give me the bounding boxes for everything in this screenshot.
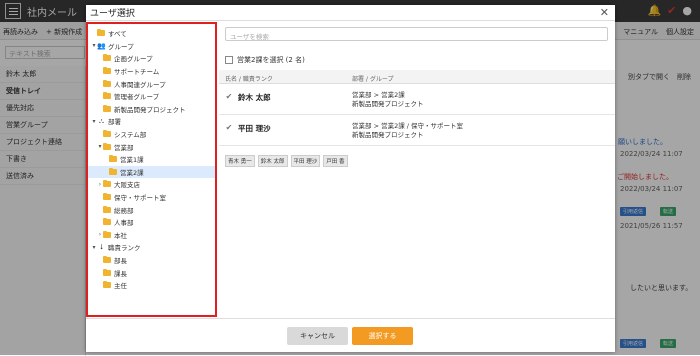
tree-item[interactable]: ▾ ⭣ 職責ランク [88, 241, 215, 254]
cancel-button[interactable]: キャンセル [287, 327, 348, 345]
tree-item[interactable]: サポートチーム [88, 65, 215, 78]
folder-icon [109, 155, 117, 163]
folder-icon [103, 205, 111, 213]
folder-icon [103, 193, 111, 201]
table-row[interactable]: ✔ 平田 理沙 営業部 > 営業2課 / 保守・サポート室 新製品開発プロジェク… [219, 116, 615, 146]
user-name: 平田 理沙 [238, 124, 271, 133]
tree-item-label: 大阪支店 [114, 181, 140, 190]
user-group: 新製品開発プロジェクト [352, 100, 424, 108]
tree-item[interactable]: 新製品開発プロジェクト [88, 103, 215, 116]
folder-icon [103, 54, 111, 62]
tree-item-label: 人事関連グループ [114, 80, 166, 89]
rank-arrow-icon: ⭣ [99, 242, 104, 251]
user-dept: 営業部 > 営業2課 [352, 91, 405, 99]
dialog-title: ユーザ選択 [90, 9, 135, 19]
select-all-label: 営業2課を選択 (2 名) [237, 56, 305, 64]
tree-item-label: 総務部 [114, 206, 134, 215]
folder-icon [103, 218, 111, 226]
user-table-header: 氏名 / 職責ランク 部署 / グループ [219, 70, 615, 84]
user-select-dialog: ユーザ選択 ✕ すべて ▾ 👥 グループ企画グループ サポートチーム 人事関連グループ 管理… [86, 5, 615, 352]
folder-icon [103, 268, 111, 276]
tree-item-label: 営業1課 [120, 156, 144, 165]
tree-item[interactable]: 総務部 [88, 203, 215, 216]
folder-icon [103, 281, 111, 289]
tree-item[interactable]: ▾ 営業部 [88, 140, 215, 153]
org-chart-icon: ⛬ [99, 116, 104, 125]
user-list-pane: ユーザを検索 営業2課を選択 (2 名) 氏名 / 職責ランク 部署 / グルー… [219, 22, 615, 317]
user-dept: 営業部 > 営業2課 / 保守・サポート室 [352, 122, 464, 130]
people-icon: 👥 [97, 41, 106, 50]
tree-item[interactable]: 課長 [88, 266, 215, 279]
tree-item-label: 営業部 [114, 143, 134, 152]
selected-user-chip[interactable]: 鈴木 太郎 [257, 155, 288, 167]
tree-item[interactable]: 人事関連グループ [88, 77, 215, 90]
tree-item[interactable]: 部長 [88, 254, 215, 267]
tree-item[interactable]: 保守・サポート室 [88, 191, 215, 204]
selected-user-chip[interactable]: 青木 勇一 [225, 155, 255, 167]
tree-item-label: 保守・サポート室 [114, 194, 166, 203]
dialog-header: ユーザ選択 [86, 5, 615, 21]
folder-icon [109, 167, 117, 175]
folder-icon [103, 104, 111, 112]
tree-item-label: 営業2課 [120, 168, 144, 177]
folder-icon [103, 230, 111, 238]
selected-users: 青木 勇一 鈴木 太郎 平田 理沙 戸田 香 [225, 155, 348, 167]
tree-item-label: 本社 [114, 231, 127, 240]
tree-item[interactable]: ▾ 👥 グループ [88, 40, 215, 53]
tree-item[interactable]: › 本社 [88, 229, 215, 242]
user-groups: 営業部 > 営業2課 / 保守・サポート室 新製品開発プロジェクト [352, 122, 463, 140]
tree-item-label: グループ [108, 42, 134, 51]
tree-item[interactable]: すべて [88, 27, 215, 40]
table-row[interactable]: ✔ 鈴木 太郎 営業部 > 営業2課 新製品開発プロジェクト [219, 85, 615, 115]
folder-icon [103, 79, 111, 87]
user-search-input[interactable]: ユーザを検索 [225, 27, 608, 41]
tree-item[interactable]: 管理者グループ [88, 90, 215, 103]
tree-item-label: 管理者グループ [114, 93, 160, 102]
tree-item-label: 企画グループ [114, 55, 153, 64]
tree-item-label: システム部 [114, 131, 147, 140]
tree-item[interactable]: システム部 [88, 128, 215, 141]
folder-icon [103, 92, 111, 100]
tree-item[interactable]: 企画グループ [88, 52, 215, 65]
selected-user-chip[interactable]: 平田 理沙 [290, 155, 321, 167]
tree-item-label: サポートチーム [114, 68, 160, 77]
tree-item-label: 新製品開発プロジェクト [114, 105, 186, 114]
tree-item-label: すべて [108, 30, 127, 39]
folder-icon [103, 180, 111, 188]
folder-icon [103, 142, 111, 150]
tree-item-label: 部長 [114, 256, 127, 265]
user-groups: 営業部 > 営業2課 新製品開発プロジェクト [352, 91, 424, 109]
tree-item-label: 人事部 [114, 219, 134, 228]
tree-item-label: 主任 [114, 282, 127, 291]
check-icon[interactable]: ✔ [225, 123, 233, 132]
dialog-footer: キャンセル 選択する [86, 318, 615, 352]
selected-user-chip[interactable]: 戸田 香 [323, 155, 348, 167]
tree-item[interactable]: 主任 [88, 279, 215, 292]
tree-item[interactable]: 営業1課 [88, 153, 215, 166]
select-button[interactable]: 選択する [352, 327, 413, 345]
tree-item[interactable]: 営業2課 [88, 165, 215, 179]
column-name-header: 氏名 / 職責ランク [225, 76, 273, 83]
folder-icon [103, 255, 111, 263]
checkbox-icon[interactable] [225, 56, 233, 64]
tree-item-label: 部署 [108, 118, 121, 127]
close-icon[interactable]: ✕ [600, 6, 609, 19]
column-group-header: 部署 / グループ [352, 76, 394, 83]
select-all-checkbox[interactable]: 営業2課を選択 (2 名) [225, 55, 305, 65]
folder-icon [103, 130, 111, 138]
user-group: 新製品開発プロジェクト [352, 131, 424, 139]
folder-icon [103, 67, 111, 75]
organization-tree: すべて ▾ 👥 グループ企画グループ サポートチーム 人事関連グループ 管理者グループ新製品… [86, 22, 217, 317]
user-name: 鈴木 太郎 [238, 93, 271, 102]
tree-item[interactable]: › 大阪支店 [88, 178, 215, 191]
check-icon[interactable]: ✔ [225, 92, 233, 101]
tree-item[interactable]: 人事部 [88, 216, 215, 229]
folder-icon [97, 29, 105, 37]
tree-item-label: 課長 [114, 269, 127, 278]
tree-item[interactable]: ▾ ⛬ 部署 [88, 115, 215, 128]
tree-item-label: 職責ランク [108, 244, 141, 253]
